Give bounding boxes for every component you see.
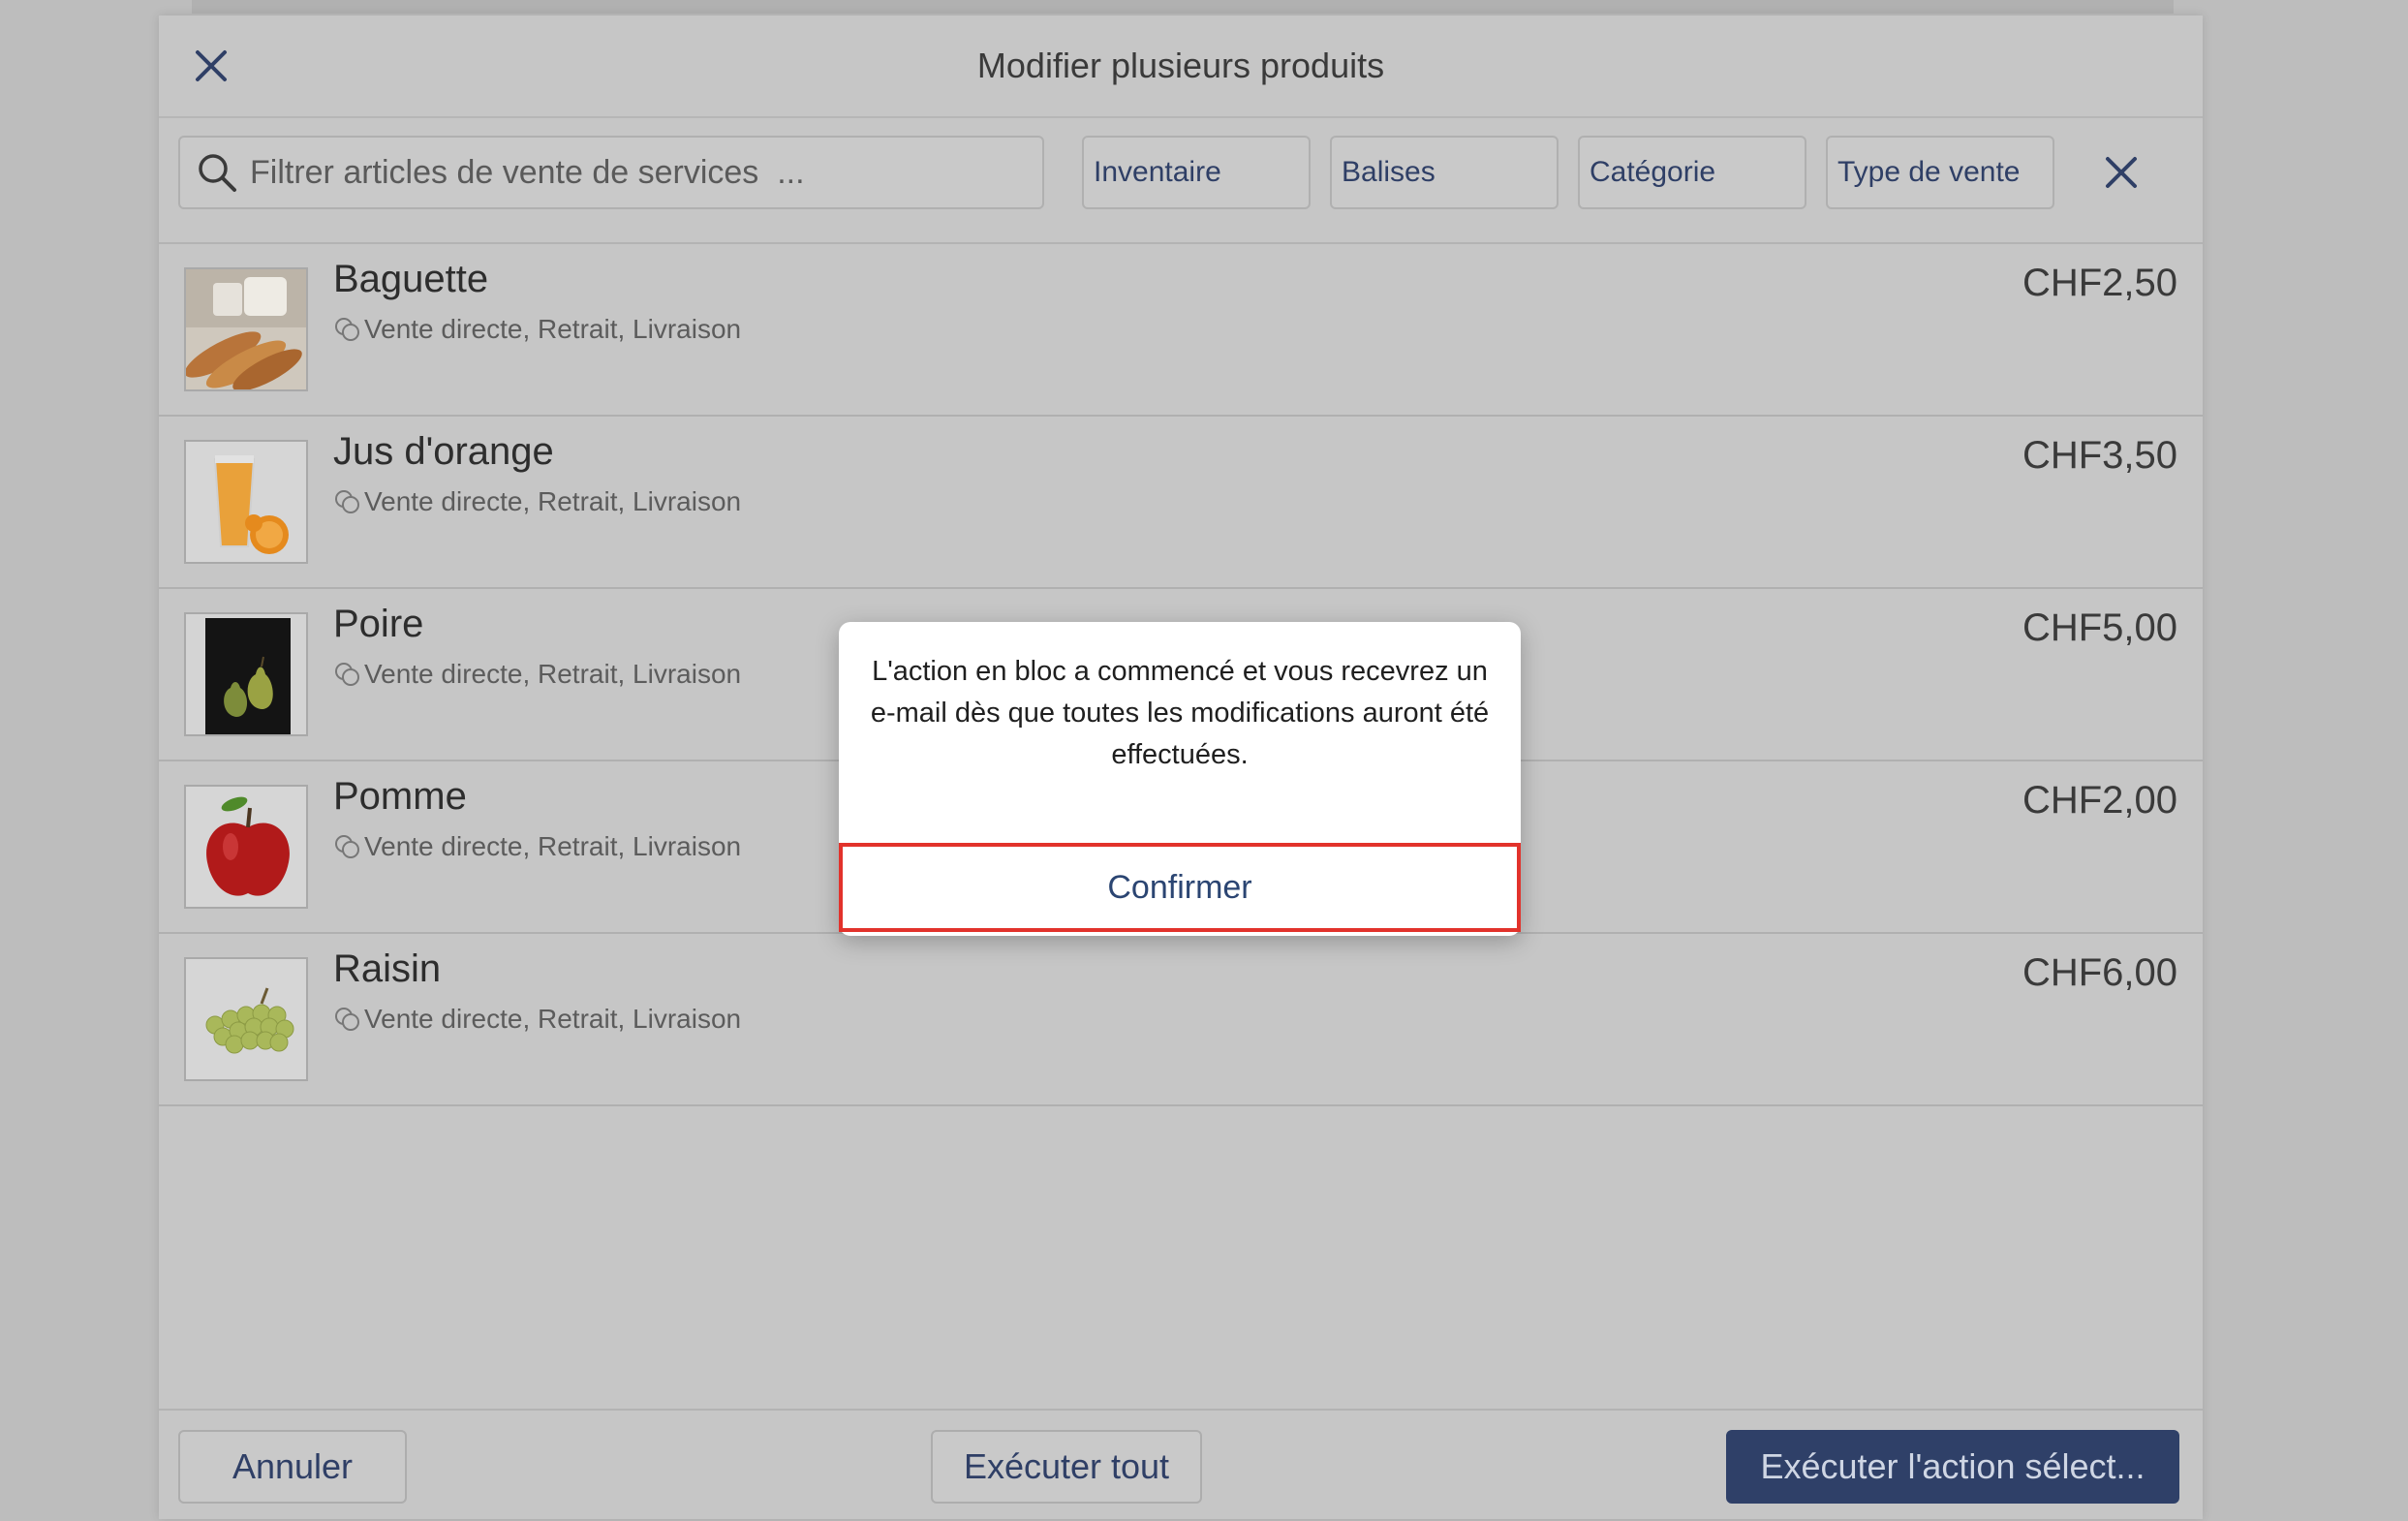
channels-text: Vente directe, Retrait, Livraison [364, 831, 742, 861]
coins-icon [335, 835, 359, 858]
filter-inventory[interactable]: Inventaire [1082, 136, 1311, 209]
sheet-title: Modifier plusieurs produits [976, 46, 1385, 85]
product-channels: Vente directe, Retrait, Livraison [333, 1004, 741, 1035]
coins-icon [335, 490, 359, 513]
filter-sale-type[interactable]: Type de vente [1826, 136, 2054, 209]
product-name: Pomme [333, 775, 467, 818]
product-price: CHF2,00 [2022, 779, 2177, 822]
search-icon [199, 154, 236, 192]
run-all-button[interactable]: Exécuter tout [931, 1430, 1202, 1504]
product-name: Poire [333, 603, 424, 645]
product-row[interactable]: Raisin Vente directe, Retrait, Livraison… [159, 934, 2203, 1106]
product-channels: Vente directe, Retrait, Livraison [333, 831, 741, 862]
filter-tags[interactable]: Balises [1330, 136, 1559, 209]
baguette-image [184, 267, 308, 391]
run-selected-action-button[interactable]: Exécuter l'action sélect... [1726, 1430, 2179, 1504]
cancel-button[interactable]: Annuler [178, 1430, 407, 1504]
filter-category[interactable]: Catégorie [1578, 136, 1806, 209]
product-row[interactable]: Baguette Vente directe, Retrait, Livrais… [159, 244, 2203, 417]
product-price: CHF3,50 [2022, 434, 2177, 477]
clear-filters-button[interactable] [2096, 147, 2146, 198]
product-price: CHF2,50 [2022, 262, 2177, 304]
background-page-edge [192, 0, 2174, 14]
apple-image [184, 785, 308, 909]
sheet-titlebar: Modifier plusieurs produits [159, 16, 2203, 118]
sheet-footer: Annuler Exécuter tout Exécuter l'action … [159, 1409, 2203, 1521]
product-channels: Vente directe, Retrait, Livraison [333, 659, 741, 690]
search-input[interactable] [248, 152, 1042, 193]
close-icon [2106, 157, 2137, 188]
bulk-action-dialog: L'action en bloc a commencé et vous rece… [839, 622, 1521, 936]
product-channels: Vente directe, Retrait, Livraison [333, 314, 741, 345]
product-channels: Vente directe, Retrait, Livraison [333, 486, 741, 517]
search-box[interactable] [178, 136, 1044, 209]
channels-text: Vente directe, Retrait, Livraison [364, 486, 742, 516]
orange-juice-image [184, 440, 308, 564]
coins-icon [335, 318, 359, 341]
channels-text: Vente directe, Retrait, Livraison [364, 1004, 742, 1034]
pear-image [184, 612, 308, 736]
product-row[interactable]: Jus d'orange Vente directe, Retrait, Liv… [159, 417, 2203, 589]
channels-text: Vente directe, Retrait, Livraison [364, 314, 742, 344]
dialog-message: L'action en bloc a commencé et vous rece… [870, 656, 1490, 770]
product-price: CHF5,00 [2022, 606, 2177, 649]
coins-icon [335, 663, 359, 686]
confirm-button[interactable]: Confirmer [839, 843, 1521, 932]
product-name: Jus d'orange [333, 430, 554, 473]
filter-bar: Inventaire Balises Catégorie Type de ven… [159, 118, 2203, 244]
product-name: Baguette [333, 258, 489, 300]
product-price: CHF6,00 [2022, 951, 2177, 994]
product-name: Raisin [333, 947, 442, 990]
coins-icon [335, 1008, 359, 1031]
channels-text: Vente directe, Retrait, Livraison [364, 659, 742, 689]
grapes-image [184, 957, 308, 1081]
